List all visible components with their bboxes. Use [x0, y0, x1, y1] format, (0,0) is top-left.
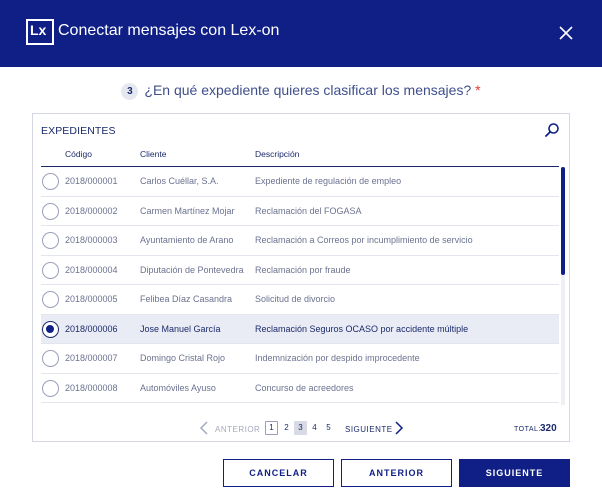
page-button-1[interactable]: 1 — [265, 421, 278, 435]
cell-descripcion: Reclamación a Correos por incumplimiento… — [255, 235, 473, 245]
row-radio[interactable] — [42, 261, 59, 279]
back-button[interactable]: ANTERIOR — [341, 459, 452, 487]
cell-codigo: 2018/000007 — [65, 353, 118, 363]
cell-descripcion: Concurso de acreedores — [255, 382, 354, 393]
cell-descripcion: Expediente de regulación de empleo — [255, 176, 402, 186]
cell-descripcion: Reclamación del FOGASA — [255, 205, 362, 216]
row-radio[interactable] — [42, 202, 59, 220]
table-row[interactable]: 2018/000004 Diputación de Pontevedra Rec… — [41, 256, 559, 285]
cell-codigo: 2018/000005 — [65, 294, 118, 304]
cell-cliente: Carmen Martínez Mojar — [140, 205, 235, 216]
cell-cliente: Ayuntamiento de Arano — [140, 235, 234, 245]
cell-codigo: 2018/000004 — [65, 264, 118, 275]
cancel-button[interactable]: CANCELAR — [223, 459, 334, 487]
cell-descripcion: Reclamación por fraude — [255, 264, 351, 275]
table-row-selected[interactable]: 2018/000006 Jose Manuel García Reclamaci… — [41, 314, 559, 344]
row-radio[interactable] — [42, 379, 59, 397]
cell-descripcion: Reclamación Seguros OCASO por accidente … — [255, 323, 469, 334]
table-row[interactable]: 2018/000001 Carlos Cuéllar, S.A. Expedie… — [41, 167, 559, 197]
lexon-logo: Lx — [26, 19, 54, 45]
total-value: 320 — [540, 423, 557, 434]
table-row[interactable]: 2018/000007 Domingo Cristal Rojo Indemni… — [41, 344, 559, 374]
pagination: ANTERIOR 1 2 3 4 5 SIGUIENTE TOTAL: 320 — [33, 416, 571, 436]
table-row[interactable]: 2018/000005 Felibea Díaz Casandra Solici… — [41, 285, 559, 315]
cell-cliente: Diputación de Pontevedra — [140, 264, 244, 275]
row-radio[interactable] — [42, 350, 59, 367]
cell-cliente: Automóviles Ayuso — [140, 382, 216, 393]
expedientes-panel: EXPEDIENTES Código Cliente Descripción 2… — [32, 113, 570, 442]
cell-cliente: Carlos Cuéllar, S.A. — [140, 176, 219, 186]
dialog-title: Conectar mensajes con Lex-on — [58, 22, 280, 39]
logo-text: Lx — [30, 22, 47, 38]
page-button-4[interactable]: 4 — [308, 421, 321, 435]
required-mark: * — [475, 82, 481, 98]
panel-title: EXPEDIENTES — [41, 125, 116, 137]
page-button-5[interactable]: 5 — [322, 421, 335, 435]
chevron-left-icon[interactable] — [199, 421, 209, 437]
expedientes-list: 2018/000001 Carlos Cuéllar, S.A. Expedie… — [41, 167, 559, 405]
table-row[interactable]: 2018/000008 Automóviles Ayuso Concurso d… — [41, 374, 559, 403]
row-radio[interactable] — [42, 232, 59, 249]
cell-cliente: Domingo Cristal Rojo — [140, 353, 226, 363]
cell-codigo: 2018/000006 — [65, 323, 118, 334]
cell-cliente: Felibea Díaz Casandra — [140, 294, 233, 304]
page-button-2[interactable]: 2 — [280, 421, 293, 435]
row-radio-selected[interactable] — [42, 320, 59, 338]
pagination-prev[interactable]: ANTERIOR — [215, 425, 260, 434]
pagination-next[interactable]: SIGUIENTE — [345, 425, 393, 434]
question-text: ¿En qué expediente quieres clasificar lo… — [144, 82, 472, 98]
row-radio[interactable] — [42, 173, 59, 190]
column-header-cliente[interactable]: Cliente — [140, 149, 166, 159]
table-row[interactable]: 2018/000003 Ayuntamiento de Arano Reclam… — [41, 226, 559, 256]
page-button-3[interactable]: 3 — [294, 421, 307, 435]
dialog-header: Lx Conectar mensajes con Lex-on — [0, 0, 602, 67]
step-question: 3 ¿En qué expediente quieres clasificar l… — [0, 82, 602, 100]
chevron-right-icon[interactable] — [394, 421, 404, 437]
cell-cliente: Jose Manuel García — [140, 323, 221, 334]
cell-descripcion: Indemnización por despido improcedente — [255, 353, 420, 363]
search-icon[interactable] — [544, 122, 560, 138]
column-header-descripcion[interactable]: Descripción — [255, 149, 299, 159]
cell-codigo: 2018/000001 — [65, 176, 118, 186]
scrollbar-thumb[interactable] — [561, 167, 565, 275]
cell-descripcion: Solicitud de divorcio — [255, 294, 336, 304]
table-row[interactable]: 2018/000002 Carmen Martínez Mojar Reclam… — [41, 197, 559, 226]
close-icon[interactable] — [557, 24, 575, 42]
row-radio[interactable] — [42, 291, 59, 308]
cell-codigo: 2018/000003 — [65, 235, 118, 245]
cell-codigo: 2018/000002 — [65, 205, 118, 216]
step-badge: 3 — [121, 83, 139, 100]
total-label: TOTAL: — [514, 426, 541, 433]
cell-codigo: 2018/000008 — [65, 382, 118, 393]
next-button[interactable]: SIGUIENTE — [459, 459, 570, 487]
column-header-codigo[interactable]: Código — [65, 149, 92, 159]
